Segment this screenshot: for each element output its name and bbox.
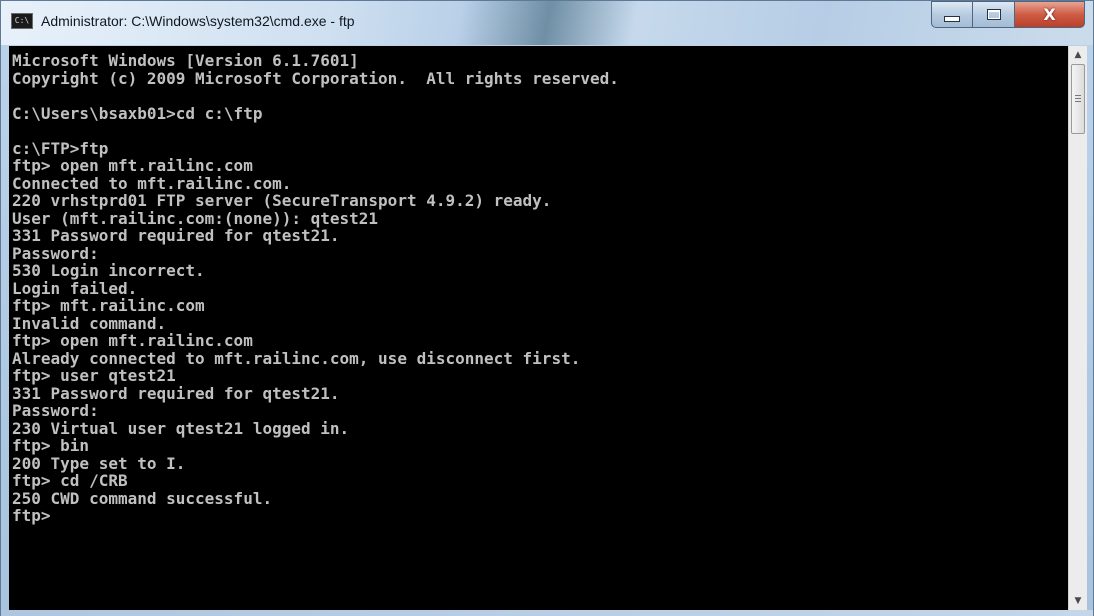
console-line: Password: — [12, 243, 99, 263]
console-line: 250 CWD command successful. — [12, 488, 273, 508]
window-controls: X — [931, 1, 1085, 29]
console-line: ftp> open mft.railinc.com — [12, 331, 253, 350]
console-line: c:\FTP>ftp — [12, 138, 109, 158]
console-text: Microsoft Windows [Version 6.1.7601] Copy… — [9, 46, 1068, 525]
console-line: 530 Login incorrect. — [12, 261, 205, 280]
console-line: 230 Virtual user qtest21 logged in. — [12, 418, 350, 438]
window-title: Administrator: C:\Windows\system32\cmd.e… — [41, 13, 355, 29]
console-line: User (mft.railinc.com:(none)): qtest21 — [12, 208, 379, 228]
maximize-button[interactable] — [973, 1, 1015, 28]
console-line: 220 vrhstprd01 FTP server (SecureTranspo… — [12, 191, 552, 210]
console-line: ftp> cd /CRB — [12, 471, 128, 490]
thumb-grip — [1075, 101, 1081, 102]
console-line: C:\Users\bsaxb01>cd c:\ftp — [12, 103, 263, 123]
maximize-icon — [986, 9, 1001, 20]
console-line: Password: — [12, 401, 99, 420]
scroll-down-arrow-icon[interactable]: ▼ — [1069, 592, 1087, 610]
minimize-icon — [944, 15, 960, 22]
console-line: ftp> bin — [12, 436, 90, 455]
scrollbar-thumb[interactable] — [1071, 64, 1085, 134]
cmd-app-icon[interactable]: C:\ — [11, 13, 33, 29]
console-line: 200 Type set to I. — [12, 453, 186, 473]
console-line: ftp> — [12, 506, 51, 525]
thumb-grip — [1075, 95, 1081, 96]
console-line: ftp> mft.railinc.com — [12, 296, 205, 315]
console-line: ftp> user qtest21 — [12, 366, 176, 385]
close-icon: X — [1043, 5, 1056, 24]
console-output[interactable]: Microsoft Windows [Version 6.1.7601] Copy… — [9, 46, 1068, 610]
console-line: 331 Password required for qtest21. — [12, 383, 340, 403]
console-line: Connected to mft.railinc.com. — [12, 173, 292, 193]
window-bottom-frame — [1, 610, 1093, 616]
console-line: ftp> open mft.railinc.com — [12, 156, 253, 175]
minimize-button[interactable] — [931, 1, 973, 28]
thumb-grip — [1075, 98, 1081, 99]
title-bar[interactable]: C:\ Administrator: C:\Windows\system32\c… — [1, 1, 1093, 45]
vertical-scrollbar[interactable]: ▲ ▼ — [1068, 46, 1087, 610]
cmd-window: C:\ Administrator: C:\Windows\system32\c… — [0, 0, 1094, 616]
console-line: 331 Password required for qtest21. — [12, 226, 340, 245]
console-line: Login failed. — [12, 278, 138, 298]
console-line: Already connected to mft.railinc.com, us… — [12, 348, 581, 368]
close-button[interactable]: X — [1015, 1, 1085, 28]
console-line: Copyright (c) 2009 Microsoft Corporation… — [12, 68, 619, 88]
scroll-up-arrow-icon[interactable]: ▲ — [1069, 46, 1087, 64]
console-line: Invalid command. — [12, 313, 167, 333]
console-line: Microsoft Windows [Version 6.1.7601] — [12, 51, 359, 70]
